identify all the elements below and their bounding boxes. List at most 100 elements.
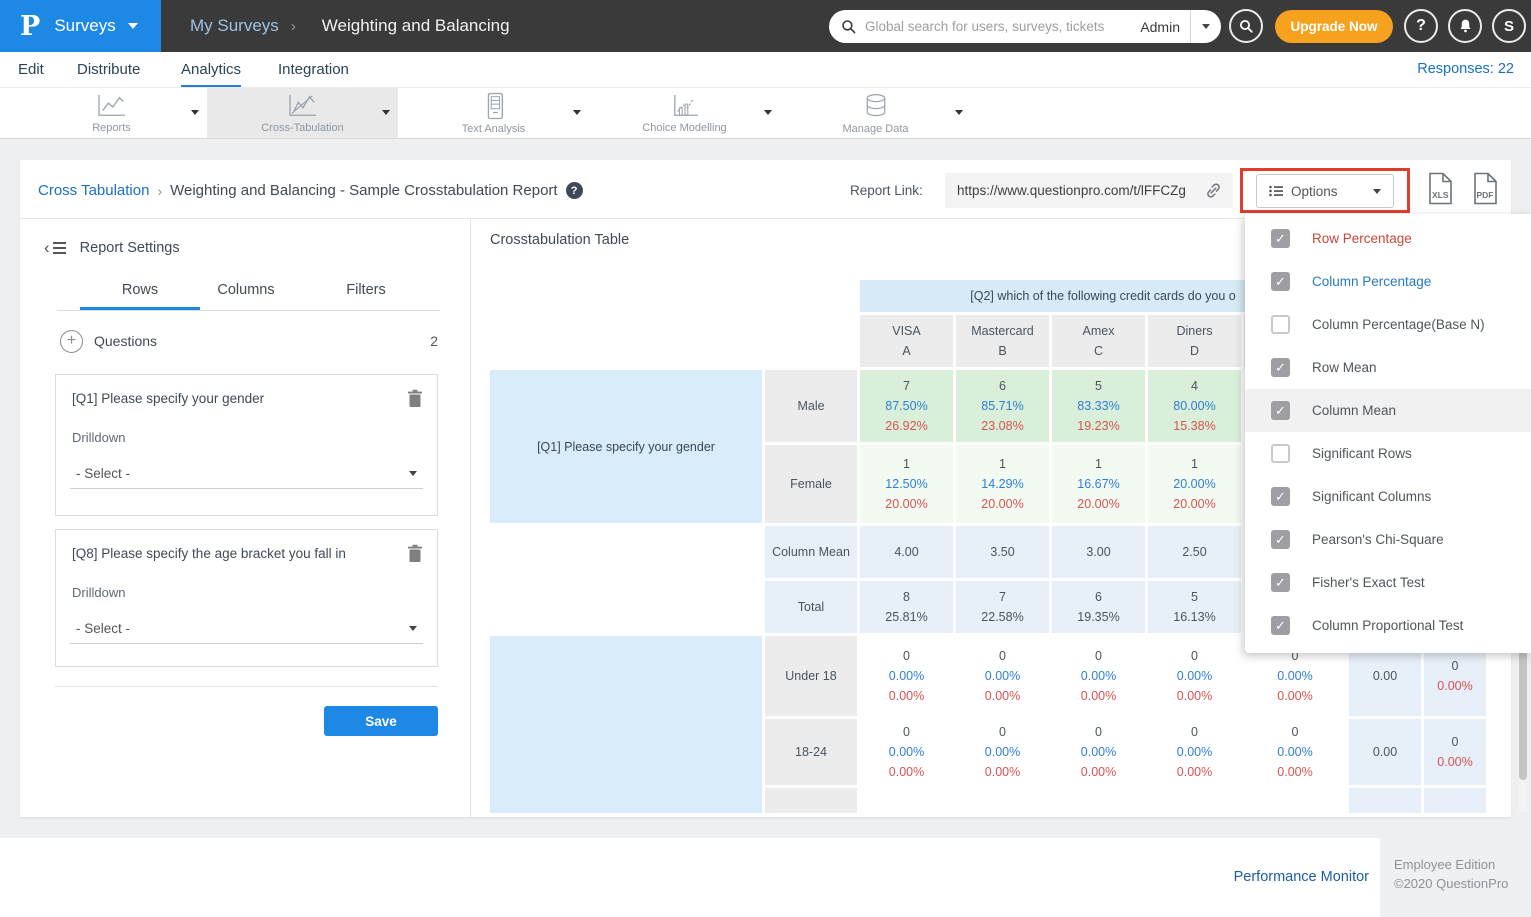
collapse-settings-icon[interactable]: ‹ xyxy=(44,241,66,255)
option-pearsons-chi-square[interactable]: ✓ Pearson's Chi-Square xyxy=(1245,518,1531,561)
checkbox-checked-icon[interactable]: ✓ xyxy=(1271,530,1290,549)
option-row-mean[interactable]: ✓ Row Mean xyxy=(1245,346,1531,389)
cell: 4.00 xyxy=(860,526,953,578)
row-label-under-18: Under 18 xyxy=(765,636,857,716)
option-row-percentage[interactable]: ✓ Row Percentage xyxy=(1245,217,1531,260)
chevron-down-icon[interactable] xyxy=(764,110,772,115)
tab-columns[interactable]: Columns xyxy=(186,282,306,310)
cell: 3.50 xyxy=(956,526,1049,578)
drilldown-select[interactable]: - Select - xyxy=(70,459,423,489)
footer: Performance Monitor Employee Edition ©20… xyxy=(0,838,1531,917)
search-submit-button[interactable] xyxy=(1229,9,1263,43)
tool-choice-modelling[interactable]: Choice Modelling xyxy=(589,88,780,138)
questionpro-logo-icon: P xyxy=(20,11,40,42)
cell: 116.67%20.00% xyxy=(1052,445,1145,523)
tool-manage-data[interactable]: Manage Data xyxy=(780,88,971,138)
save-button[interactable]: Save xyxy=(324,706,438,736)
cell: 112.50%20.00% xyxy=(860,445,953,523)
avatar-initial: S xyxy=(1504,18,1514,35)
cell: 00.00%0.00% xyxy=(860,719,953,785)
nav-integration[interactable]: Integration xyxy=(278,52,349,87)
select-value: - Select - xyxy=(76,621,130,636)
question-card-q8: [Q8] Please specify the age bracket you … xyxy=(55,529,438,667)
chevron-left-icon: ‹ xyxy=(44,241,50,255)
search-scope-dropdown[interactable] xyxy=(1191,10,1221,43)
spacer-cell xyxy=(490,315,857,367)
option-column-percentage[interactable]: ✓ Column Percentage xyxy=(1245,260,1531,303)
chevron-down-icon[interactable] xyxy=(955,110,963,115)
tool-cross-tabulation[interactable]: Cross-Tabulation xyxy=(207,88,398,138)
breadcrumb-current: Weighting and Balancing xyxy=(322,16,510,36)
checkbox-unchecked-icon[interactable] xyxy=(1271,444,1290,463)
checkbox-checked-icon[interactable]: ✓ xyxy=(1271,487,1290,506)
row-label-18-24: 18-24 xyxy=(765,719,857,785)
chevron-down-icon[interactable] xyxy=(191,110,199,115)
product-menu[interactable]: P Surveys xyxy=(0,0,161,52)
report-link-label: Report Link: xyxy=(850,173,923,208)
spacer-cell xyxy=(490,581,762,633)
cell: 2.50 xyxy=(1148,526,1241,578)
upgrade-now-button[interactable]: Upgrade Now xyxy=(1275,10,1393,43)
tool-label: Reports xyxy=(92,122,131,134)
checkbox-checked-icon[interactable]: ✓ xyxy=(1271,401,1290,420)
delete-question-icon[interactable] xyxy=(407,389,423,408)
questions-count: 2 xyxy=(430,333,438,349)
search-scope-label[interactable]: Admin xyxy=(1134,19,1190,35)
chevron-down-icon xyxy=(409,471,417,476)
options-label: Options xyxy=(1291,184,1338,199)
question-text: [Q1] Please specify your gender xyxy=(72,391,397,406)
tool-reports[interactable]: Reports xyxy=(16,88,207,138)
report-breadcrumb: Cross Tabulation › Weighting and Balanci… xyxy=(38,173,583,208)
checkbox-checked-icon[interactable]: ✓ xyxy=(1271,272,1290,291)
cell: 516.13% xyxy=(1148,581,1241,633)
global-search-input[interactable] xyxy=(865,19,1134,34)
checkbox-checked-icon[interactable]: ✓ xyxy=(1271,229,1290,248)
option-label: Column Proportional Test xyxy=(1312,618,1463,633)
report-link-field[interactable]: https://www.questionpro.com/t/lFFCZg xyxy=(945,173,1233,208)
checkbox-checked-icon[interactable]: ✓ xyxy=(1271,358,1290,377)
nav-analytics[interactable]: Analytics xyxy=(181,52,241,87)
checkbox-unchecked-icon[interactable] xyxy=(1271,315,1290,334)
database-icon xyxy=(862,92,890,120)
drilldown-select[interactable]: - Select - xyxy=(70,614,423,644)
chevron-down-icon[interactable] xyxy=(573,110,581,115)
search-icon xyxy=(841,19,857,35)
edition-label: Employee Edition xyxy=(1394,855,1531,874)
export-pdf-icon[interactable]: PDF xyxy=(1472,172,1499,205)
help-button[interactable]: ? xyxy=(1404,9,1438,43)
option-significant-rows[interactable]: Significant Rows xyxy=(1245,432,1531,475)
tool-text-analysis[interactable]: Text Analysis xyxy=(398,88,589,138)
add-question-button[interactable]: + xyxy=(60,330,83,353)
export-xls-icon[interactable]: XLS xyxy=(1427,172,1454,205)
cell: 00.00%0.00% xyxy=(1052,719,1145,785)
report-link-url[interactable]: https://www.questionpro.com/t/lFFCZg xyxy=(957,183,1186,198)
link-icon[interactable] xyxy=(1204,181,1223,200)
cross-tabulation-link[interactable]: Cross Tabulation xyxy=(38,182,149,199)
performance-monitor-link[interactable]: Performance Monitor xyxy=(1234,869,1369,885)
cell: 00.00%0.00% xyxy=(1148,636,1241,716)
option-significant-columns[interactable]: ✓ Significant Columns xyxy=(1245,475,1531,518)
breadcrumb-my-surveys-link[interactable]: My Surveys xyxy=(190,16,279,36)
option-column-mean[interactable]: ✓ Column Mean xyxy=(1245,389,1531,432)
questions-label: Questions xyxy=(94,333,157,349)
product-label: Surveys xyxy=(54,16,115,36)
tab-rows[interactable]: Rows xyxy=(80,282,200,310)
nav-distribute[interactable]: Distribute xyxy=(77,52,140,87)
checkbox-checked-icon[interactable]: ✓ xyxy=(1271,573,1290,592)
tab-filters[interactable]: Filters xyxy=(306,282,426,310)
option-column-proportional-test[interactable]: ✓ Column Proportional Test xyxy=(1245,604,1531,647)
report-help-icon[interactable]: ? xyxy=(566,182,583,199)
delete-question-icon[interactable] xyxy=(407,544,423,563)
bell-icon xyxy=(1458,18,1473,34)
checkbox-checked-icon[interactable]: ✓ xyxy=(1271,616,1290,635)
notifications-button[interactable] xyxy=(1448,9,1482,43)
spacer-cell xyxy=(490,280,857,312)
user-avatar[interactable]: S xyxy=(1492,9,1526,43)
row-label-column-mean: Column Mean xyxy=(765,526,857,578)
options-button[interactable]: Options xyxy=(1256,174,1394,208)
global-search: Admin xyxy=(829,10,1221,43)
option-column-percentage-base-n[interactable]: Column Percentage(Base N) xyxy=(1245,303,1531,346)
option-fishers-exact-test[interactable]: ✓ Fisher's Exact Test xyxy=(1245,561,1531,604)
chevron-down-icon[interactable] xyxy=(382,110,390,115)
nav-edit[interactable]: Edit xyxy=(18,52,44,87)
